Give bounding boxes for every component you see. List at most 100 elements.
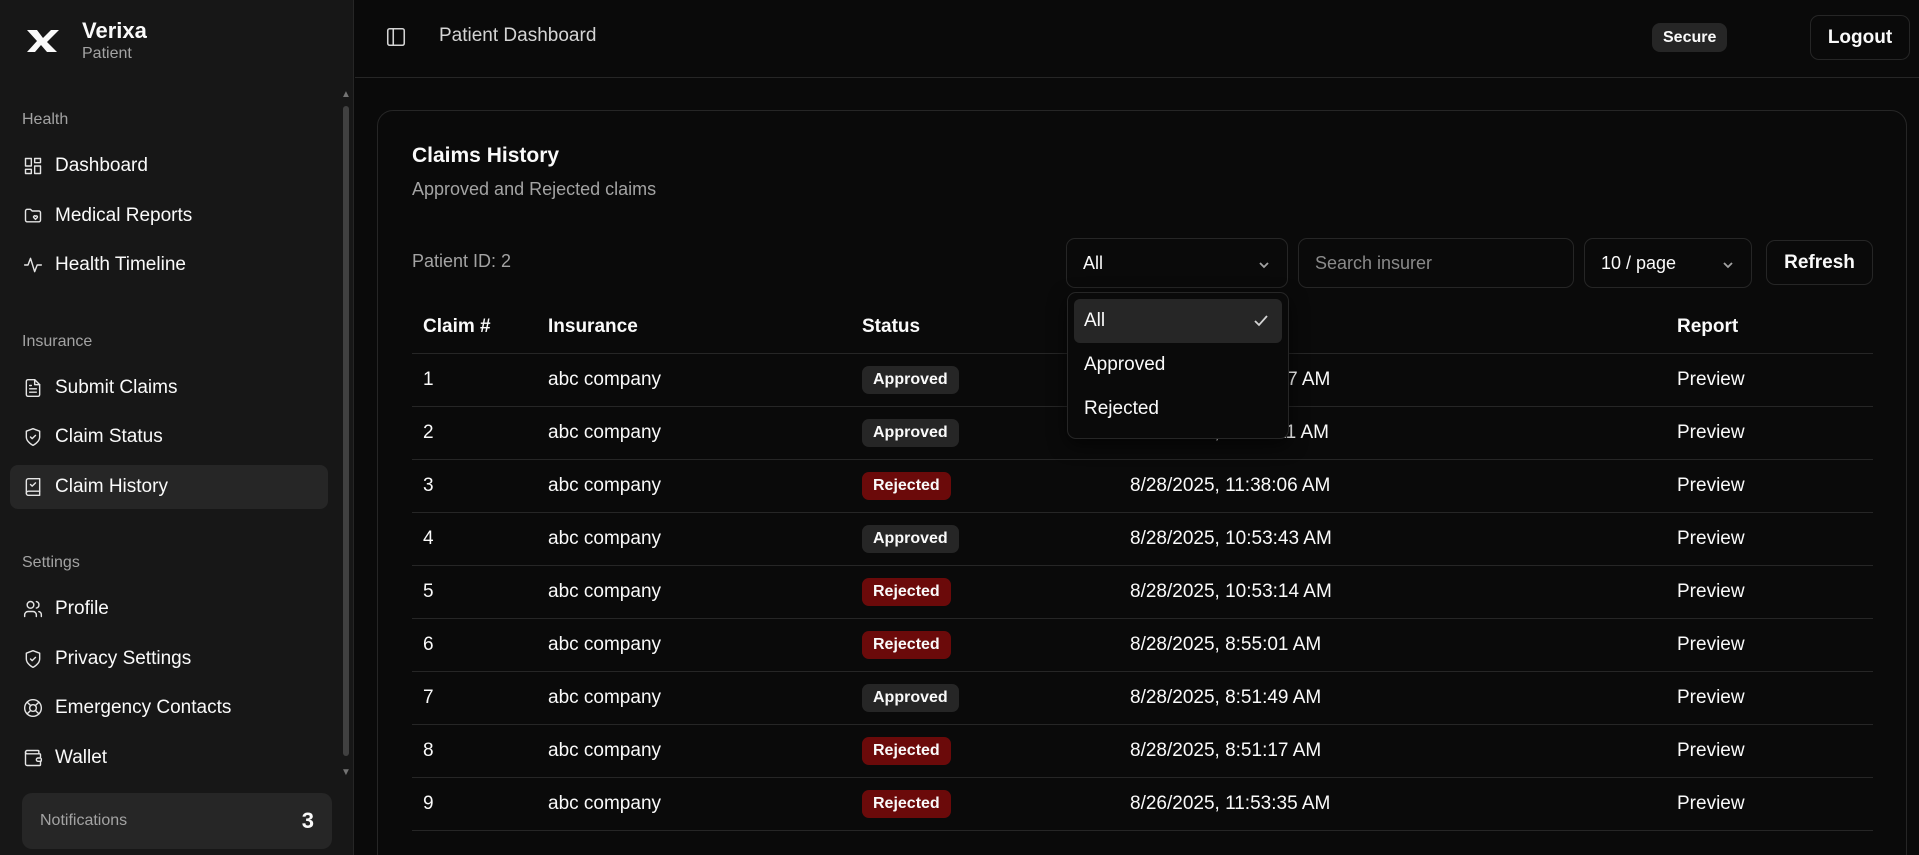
table-row: 6 abc company Rejected 8/28/2025, 8:55:01 A…	[412, 619, 1873, 672]
preview-link[interactable]: Preview	[1677, 354, 1745, 406]
claims-history-card: Claims History Approved and Rejected cla…	[377, 110, 1907, 855]
scroll-up-arrow-icon[interactable]: ▲	[341, 90, 351, 100]
claim-date: 8/26/2025, 11:53:35 AM	[1130, 793, 1331, 814]
sidebar-item-submit-claims[interactable]: Submit Claims	[10, 366, 328, 410]
claim-number: 5	[423, 581, 434, 602]
search-insurer-field[interactable]	[1298, 238, 1574, 288]
notifications-count: 3	[301, 808, 314, 833]
nav-group-settings: Settings	[22, 554, 80, 571]
claim-number: 7	[423, 687, 434, 708]
preview-link[interactable]: Preview	[1677, 407, 1745, 459]
claim-number: 9	[423, 793, 434, 814]
column-header-insurance[interactable]: Insurance	[548, 301, 638, 353]
preview-link[interactable]: Preview	[1677, 778, 1745, 830]
sidebar-item-health-timeline[interactable]: Health Timeline	[10, 243, 328, 287]
sidebar-item-label: Privacy Settings	[55, 648, 192, 669]
check-icon	[1252, 312, 1270, 330]
column-header-report[interactable]: Report	[1677, 301, 1738, 353]
option-label: Approved	[1084, 354, 1166, 375]
activity-icon	[22, 254, 44, 276]
table-row: 8 abc company Rejected 8/28/2025, 8:51:17 A…	[412, 725, 1873, 778]
preview-link[interactable]: Preview	[1677, 566, 1745, 618]
dashboard-icon	[22, 155, 44, 177]
search-input[interactable]	[1315, 252, 1557, 274]
status-option-rejected[interactable]: Rejected	[1074, 387, 1282, 431]
preview-link[interactable]: Preview	[1677, 460, 1745, 512]
status-badge: Rejected	[862, 737, 951, 765]
logout-button[interactable]: Logout	[1810, 15, 1910, 60]
page-size-select[interactable]: 10 / page	[1584, 238, 1752, 288]
status-cell: Rejected	[862, 619, 951, 671]
sidebar-toggle-icon[interactable]	[385, 26, 409, 50]
scroll-down-arrow-icon[interactable]: ▼	[341, 768, 351, 778]
status-cell: Rejected	[862, 778, 951, 830]
preview-link[interactable]: Preview	[1677, 672, 1745, 724]
status-option-approved[interactable]: Approved	[1074, 343, 1282, 387]
card-subtitle: Approved and Rejected claims	[412, 179, 657, 199]
sidebar-item-profile[interactable]: Profile	[10, 587, 328, 631]
status-badge: Approved	[862, 366, 959, 394]
preview-link[interactable]: Preview	[1677, 513, 1745, 565]
sidebar-item-dashboard[interactable]: Dashboard	[10, 144, 328, 188]
status-option-all[interactable]: All	[1074, 299, 1282, 343]
page-title: Patient Dashboard	[439, 25, 597, 46]
notifications-panel[interactable]: Notifications 3	[22, 793, 332, 849]
chevron-down-icon	[1257, 256, 1271, 270]
status-cell: Rejected	[862, 460, 951, 512]
claim-date: 8/28/2025, 10:53:14 AM	[1130, 581, 1332, 602]
sidebar-item-claim-history[interactable]: Claim History	[10, 465, 328, 509]
life-buoy-icon	[22, 697, 44, 719]
sidebar-item-claim-status[interactable]: Claim Status	[10, 415, 328, 459]
insurance-name: abc company	[548, 687, 662, 708]
status-cell: Rejected	[862, 725, 951, 777]
sidebar-item-label: Medical Reports	[55, 205, 193, 226]
sidebar-item-privacy-settings[interactable]: Privacy Settings	[10, 637, 328, 681]
users-icon	[22, 598, 44, 620]
table-row: 3 abc company Rejected 8/28/2025, 11:38:06 …	[412, 460, 1873, 513]
status-filter-select[interactable]: All	[1066, 238, 1288, 288]
file-text-icon	[22, 377, 44, 399]
status-filter-dropdown: All Approved Rejected	[1067, 292, 1289, 439]
nav-group-insurance: Insurance	[22, 333, 93, 350]
sidebar-item-medical-reports[interactable]: Medical Reports	[10, 194, 328, 238]
refresh-button[interactable]: Refresh	[1766, 240, 1873, 285]
sidebar-item-label: Claim History	[55, 476, 168, 497]
insurance-name: abc company	[548, 475, 662, 496]
sidebar-item-label: Health Timeline	[55, 254, 186, 275]
column-header-claim-number[interactable]: Claim #	[423, 301, 491, 353]
brand-role: Patient	[82, 45, 132, 62]
chevron-down-icon	[1721, 256, 1735, 270]
verixa-logo-icon	[24, 22, 62, 60]
shield-check-icon	[22, 648, 44, 670]
nav-group-health: Health	[22, 111, 69, 128]
patient-id: Patient ID: 2	[412, 251, 512, 271]
notifications-label: Notifications	[40, 812, 128, 829]
table-row: 4 abc company Approved 8/28/2025, 10:53:43 …	[412, 513, 1873, 566]
option-label: All	[1084, 310, 1106, 331]
topbar: Patient Dashboard Secure Logout	[355, 0, 1919, 78]
sidebar: Verixa Patient Health Dashboard Medical …	[0, 0, 354, 855]
sidebar-item-label: Emergency Contacts	[55, 697, 232, 718]
sidebar-item-emergency-contacts[interactable]: Emergency Contacts	[10, 686, 328, 730]
preview-link[interactable]: Preview	[1677, 725, 1745, 777]
status-badge: Rejected	[862, 472, 951, 500]
claim-number: 8	[423, 740, 434, 761]
sidebar-scrollbar[interactable]	[343, 106, 349, 756]
claim-number: 6	[423, 634, 434, 655]
claim-date: 8/28/2025, 8:51:17 AM	[1130, 740, 1322, 761]
claim-number: 3	[423, 475, 434, 496]
wallet-icon	[22, 747, 44, 769]
claim-date: 8/28/2025, 8:51:49 AM	[1130, 687, 1322, 708]
book-check-icon	[22, 476, 44, 498]
sidebar-item-wallet[interactable]: Wallet	[10, 736, 328, 780]
insurance-name: abc company	[548, 369, 662, 390]
shield-check-icon	[22, 426, 44, 448]
status-cell: Approved	[862, 513, 959, 565]
sidebar-item-label: Dashboard	[55, 155, 148, 176]
preview-link[interactable]: Preview	[1677, 619, 1745, 671]
status-cell: Approved	[862, 672, 959, 724]
table-row: 9 abc company Rejected 8/26/2025, 11:53:35 …	[412, 778, 1873, 831]
column-header-status[interactable]: Status	[862, 301, 920, 353]
brand[interactable]: Verixa Patient	[24, 18, 147, 64]
insurance-name: abc company	[548, 422, 662, 443]
